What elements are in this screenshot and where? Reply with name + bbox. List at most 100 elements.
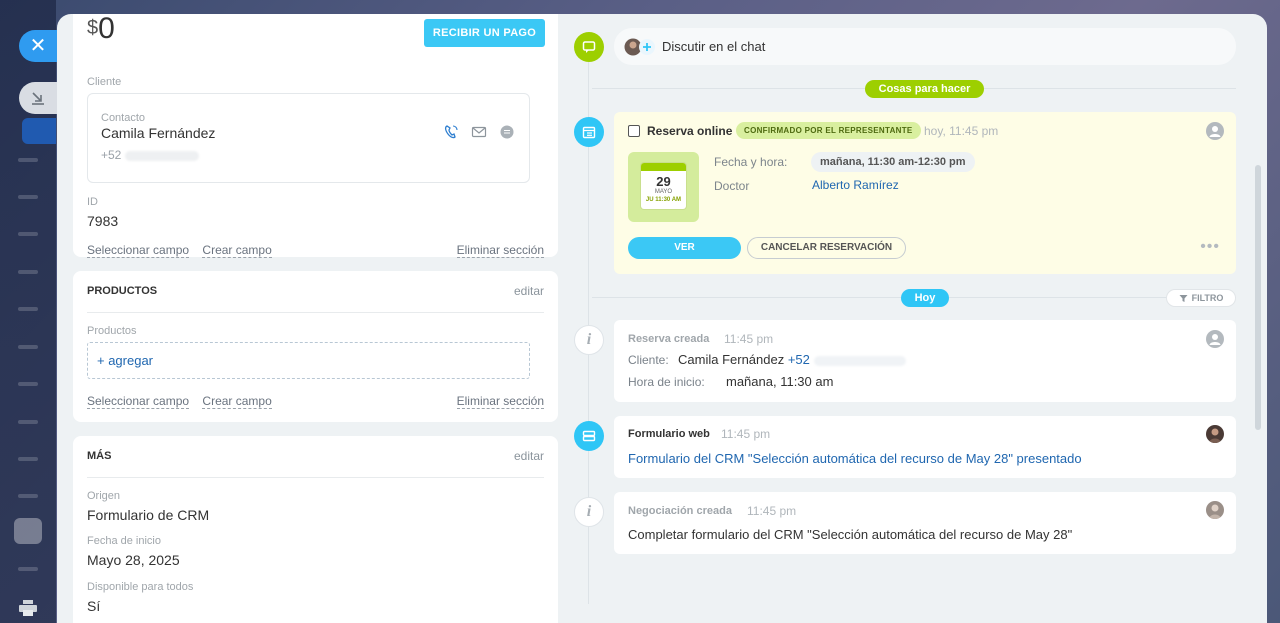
products-header: PRODUCTOS editar (87, 284, 544, 313)
more-title: MÁS (87, 450, 112, 462)
calendar-time: JU 11:30 AM (645, 197, 682, 203)
more-header: MÁS editar (87, 449, 544, 478)
delete-section-link[interactable]: Eliminar sección (456, 243, 544, 258)
confirmed-badge: CONFIRMADO POR EL REPRESENTANTE (736, 122, 921, 139)
booking-title: Reserva online (647, 124, 733, 138)
view-button[interactable]: VER (628, 237, 741, 259)
filter-label: FILTRO (1191, 293, 1224, 303)
form-node-icon (574, 421, 604, 451)
negotiation-text: Completar formulario del CRM "Selección … (628, 527, 1073, 542)
info-node-icon: i (574, 497, 604, 527)
collapse-tab[interactable] (19, 82, 57, 114)
client-phone[interactable]: +52 (788, 352, 810, 367)
more-options-icon[interactable]: ••• (1200, 239, 1220, 255)
close-icon: ✕ (29, 35, 47, 57)
webform-link[interactable]: Formulario del CRM "Selección automática… (628, 451, 1082, 466)
collapse-icon (32, 92, 44, 105)
products-card: PRODUCTOS editar Productos + agregar Sel… (73, 271, 558, 422)
rail-item[interactable] (18, 494, 38, 498)
contact-name[interactable]: Camila Fernández (101, 125, 215, 141)
user-icon[interactable] (1206, 122, 1224, 140)
create-field-link[interactable]: Crear campo (202, 394, 272, 409)
phone-icon[interactable] (443, 124, 459, 140)
phone-blur (813, 355, 906, 366)
add-product-button[interactable]: + agregar (87, 342, 530, 379)
booking-created-title: Reserva creada (628, 333, 710, 345)
doctor-label: Doctor (714, 179, 750, 193)
rail-item[interactable] (18, 307, 38, 311)
id-value: 7983 (87, 213, 119, 229)
rail-item[interactable] (18, 567, 38, 571)
rail-active-item[interactable] (22, 118, 56, 144)
calendar-tile: 29 MAYO JU 11:30 AM (628, 152, 699, 222)
avatar[interactable] (1206, 501, 1224, 519)
deal-amount: $0 (87, 14, 115, 46)
deal-panel: $0 RECIBIR UN PAGO Cliente Contacto Cami… (57, 14, 1267, 623)
filter-button[interactable]: FILTRO (1166, 289, 1236, 307)
products-actions: Seleccionar campo Crear campo Eliminar s… (87, 394, 544, 409)
booking-created-card: Reserva creada 11:45 pm Cliente: Camila … (614, 320, 1236, 402)
booking-created-time: 11:45 pm (724, 332, 774, 346)
filter-icon (1179, 294, 1188, 302)
rail-item[interactable] (18, 195, 38, 199)
products-edit-link[interactable]: editar (514, 284, 544, 298)
phone-blur (125, 150, 200, 161)
timeline: Discutir en el chat Cosas para hacer Res… (574, 14, 1254, 623)
contact-box: Contacto Camila Fernández +52 (87, 93, 530, 183)
client-row-value: Camila Fernández +52 (678, 352, 906, 367)
negotiation-title: Negociación creada (628, 505, 732, 517)
rail-item[interactable] (18, 457, 38, 461)
products-label: Productos (87, 325, 137, 337)
rail-item[interactable] (18, 158, 38, 162)
print-icon[interactable] (18, 600, 38, 616)
user-icon[interactable] (1206, 330, 1224, 348)
start-date-value: Mayo 28, 2025 (87, 552, 180, 568)
avatar[interactable] (1206, 425, 1224, 443)
rail-item[interactable] (18, 382, 38, 386)
datetime-label: Fecha y hora: (714, 155, 788, 169)
more-edit-link[interactable]: editar (514, 449, 544, 463)
chat-bar[interactable]: Discutir en el chat (614, 28, 1236, 65)
rail-item[interactable] (18, 345, 38, 349)
negotiation-time: 11:45 pm (747, 504, 797, 518)
rail-item[interactable] (18, 270, 38, 274)
contact-phone[interactable]: +52 (101, 148, 200, 162)
calendar-node-icon (574, 117, 604, 147)
delete-section-link[interactable]: Eliminar sección (456, 394, 544, 409)
chat-text: Discutir en el chat (662, 39, 766, 54)
client-name[interactable]: Camila Fernández (678, 352, 784, 367)
contact-label: Contacto (101, 112, 146, 124)
avatar-add-icon (624, 38, 655, 56)
webform-title: Formulario web (628, 428, 710, 440)
mail-icon[interactable] (471, 124, 487, 140)
negotiation-card: Negociación creada 11:45 pm Completar fo… (614, 492, 1236, 554)
client-label: Cliente (87, 76, 122, 88)
rail-item[interactable] (18, 420, 38, 424)
receive-payment-button[interactable]: RECIBIR UN PAGO (424, 19, 545, 47)
close-button[interactable]: ✕ (19, 30, 57, 62)
today-pill: Hoy (901, 289, 949, 307)
section-actions: Seleccionar campo Crear campo Eliminar s… (87, 243, 544, 258)
doctor-link[interactable]: Alberto Ramírez (812, 178, 899, 192)
select-field-link[interactable]: Seleccionar campo (87, 243, 190, 258)
scrollbar[interactable] (1255, 165, 1261, 430)
cancel-booking-button[interactable]: CANCELAR RESERVACIÓN (747, 237, 906, 259)
create-field-link[interactable]: Crear campo (202, 243, 272, 258)
contact-actions (443, 124, 515, 140)
origin-value: Formulario de CRM (87, 507, 210, 523)
booking-checkbox[interactable] (628, 125, 640, 137)
info-node-icon: i (574, 325, 604, 355)
booking-time: hoy, 11:45 pm (924, 124, 999, 138)
rail-item-selected[interactable] (14, 518, 42, 544)
amount-value: 0 (98, 14, 115, 45)
webform-time: 11:45 pm (721, 427, 771, 441)
select-field-link[interactable]: Seleccionar campo (87, 394, 190, 409)
booking-card: Reserva online CONFIRMADO POR EL REPRESE… (614, 112, 1236, 274)
products-title: PRODUCTOS (87, 285, 158, 297)
chat-icon[interactable] (499, 124, 515, 140)
start-time-label: Hora de inicio: (628, 375, 705, 389)
calendar-icon: 29 MAYO JU 11:30 AM (641, 163, 686, 209)
calendar-month: MAYO (654, 189, 673, 195)
rail-item[interactable] (18, 232, 38, 236)
chat-node-icon (574, 32, 604, 62)
